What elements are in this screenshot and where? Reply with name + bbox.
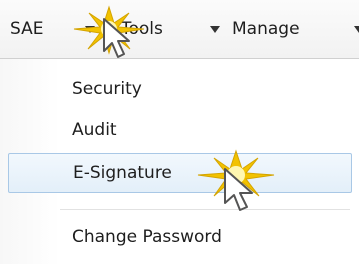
mouse-cursor-icon: [103, 18, 130, 58]
menu-item-label: Change Password: [72, 227, 222, 247]
chevron-down-icon[interactable]: [210, 26, 220, 33]
menu-item-e-signature[interactable]: E-Signature: [8, 153, 352, 193]
menu-item-label: E-Signature: [73, 163, 172, 183]
mouse-cursor-icon: [224, 168, 253, 211]
menu-item-security[interactable]: Security: [8, 71, 350, 107]
menu-item-change-password[interactable]: Change Password: [8, 219, 350, 255]
menu-item-label: Security: [72, 79, 142, 99]
menu-sae[interactable]: SAE: [10, 18, 43, 40]
menu-item-audit[interactable]: Audit: [8, 112, 350, 148]
tools-dropdown-menu: Security Audit E-Signature Change Passwo…: [0, 58, 359, 264]
chevron-down-icon[interactable]: [354, 26, 359, 33]
menu-separator: [60, 209, 350, 210]
menu-manage[interactable]: Manage: [232, 18, 300, 40]
menu-bar: SAE Tools Manage: [0, 0, 359, 58]
menu-item-label: Audit: [72, 120, 117, 140]
